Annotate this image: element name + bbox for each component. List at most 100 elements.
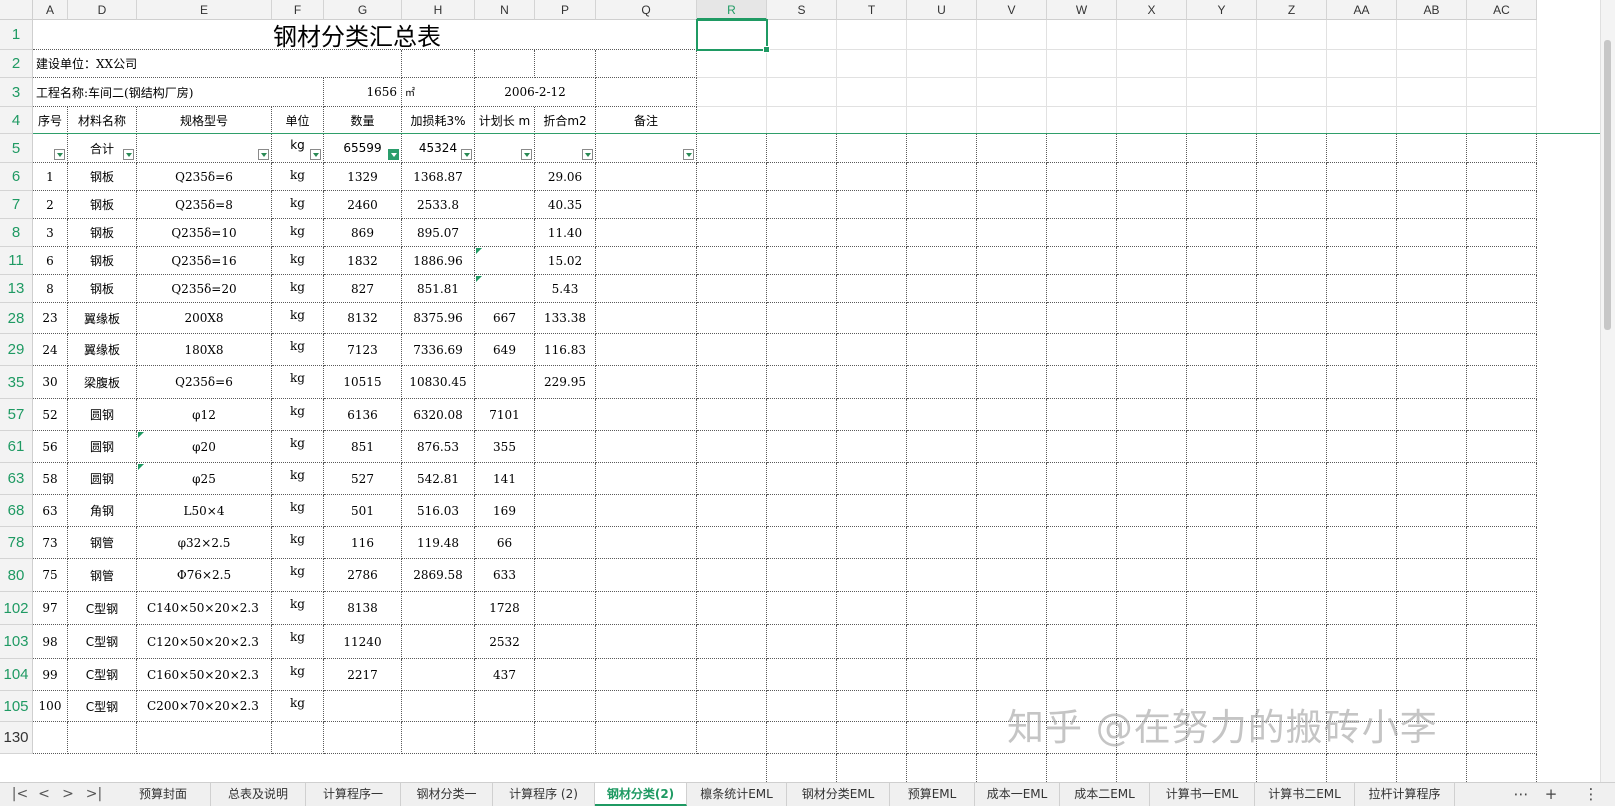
empty-cell[interactable] xyxy=(977,247,1047,275)
empty-cell[interactable] xyxy=(1257,399,1327,431)
empty-cell[interactable] xyxy=(1047,559,1117,592)
empty-cell[interactable] xyxy=(1327,219,1397,247)
table-cell-loss[interactable]: 895.07 xyxy=(402,219,475,247)
table-cell-area[interactable] xyxy=(535,592,596,625)
table-cell-spec[interactable]: C140×50×20×2.3 xyxy=(137,592,272,625)
table-cell-spec[interactable]: Q235δ=8 xyxy=(137,191,272,219)
table-cell-loss[interactable]: 851.81 xyxy=(402,275,475,303)
sheet-tab[interactable]: 预算EML xyxy=(890,783,975,806)
table-cell-area[interactable]: 29.06 xyxy=(535,163,596,191)
table-cell-no[interactable]: 3 xyxy=(33,219,68,247)
remark-cell[interactable] xyxy=(596,527,697,559)
total-cell[interactable] xyxy=(535,134,596,163)
table-cell-name[interactable]: 梁腹板 xyxy=(68,366,137,399)
column-header-v[interactable]: V xyxy=(977,0,1047,20)
empty-cell[interactable] xyxy=(1117,754,1187,782)
empty-cell[interactable] xyxy=(907,366,977,399)
row-header[interactable]: 6 xyxy=(0,163,33,191)
empty-cell[interactable] xyxy=(1467,431,1537,463)
empty-cell[interactable] xyxy=(837,334,907,366)
empty-cell[interactable] xyxy=(1257,247,1327,275)
remark-cell[interactable] xyxy=(596,722,697,754)
empty-cell[interactable] xyxy=(1047,527,1117,559)
table-cell-name[interactable]: 圆钢 xyxy=(68,463,137,495)
empty-cell[interactable] xyxy=(767,527,837,559)
row-header[interactable]: 11 xyxy=(0,247,33,275)
row-header[interactable]: 28 xyxy=(0,303,33,334)
empty-cell[interactable] xyxy=(1187,495,1257,527)
column-header-ac[interactable]: AC xyxy=(1467,0,1537,20)
more-tabs-icon[interactable]: ⋯ xyxy=(1510,784,1532,805)
table-cell-unit[interactable]: kg xyxy=(272,659,324,691)
table-cell-area[interactable] xyxy=(535,722,596,754)
empty-cell[interactable] xyxy=(1047,163,1117,191)
empty-cell[interactable] xyxy=(1327,334,1397,366)
table-cell-loss[interactable] xyxy=(402,691,475,722)
remark-cell[interactable] xyxy=(596,495,697,527)
empty-cell[interactable] xyxy=(1327,247,1397,275)
empty-cell[interactable] xyxy=(1327,163,1397,191)
empty-cell[interactable] xyxy=(1257,163,1327,191)
empty-cell[interactable] xyxy=(1047,399,1117,431)
empty-cell[interactable] xyxy=(767,399,837,431)
empty-cell[interactable] xyxy=(1327,275,1397,303)
empty-cell[interactable] xyxy=(907,134,977,163)
empty-cell[interactable] xyxy=(1257,625,1327,659)
empty-cell[interactable] xyxy=(1327,191,1397,219)
empty-cell[interactable] xyxy=(837,659,907,691)
table-cell-len[interactable]: 2532 xyxy=(475,625,535,659)
table-cell-qty[interactable]: 501 xyxy=(324,495,402,527)
remark-cell[interactable] xyxy=(596,219,697,247)
empty-cell[interactable] xyxy=(1047,431,1117,463)
total-cell[interactable]: 65599 xyxy=(324,134,402,163)
column-header-aa[interactable]: AA xyxy=(1327,0,1397,20)
row-header[interactable]: 29 xyxy=(0,334,33,366)
empty-cell[interactable] xyxy=(697,431,767,463)
table-cell-no[interactable]: 73 xyxy=(33,527,68,559)
empty-cell[interactable] xyxy=(767,431,837,463)
table-cell-name[interactable]: 钢板 xyxy=(68,191,137,219)
empty-cell[interactable] xyxy=(977,163,1047,191)
empty-cell[interactable] xyxy=(1397,592,1467,625)
empty-cell[interactable] xyxy=(1397,275,1467,303)
empty-cell[interactable] xyxy=(977,50,1047,78)
table-cell-area[interactable] xyxy=(535,691,596,722)
empty-cell[interactable] xyxy=(1187,431,1257,463)
table-cell-area[interactable] xyxy=(535,659,596,691)
empty-cell[interactable] xyxy=(1327,625,1397,659)
empty-cell[interactable] xyxy=(767,107,837,134)
table-cell-loss[interactable]: 7336.69 xyxy=(402,334,475,366)
table-cell-spec[interactable]: L50×4 xyxy=(137,495,272,527)
empty-cell[interactable] xyxy=(907,527,977,559)
empty-cell[interactable] xyxy=(697,463,767,495)
table-cell-unit[interactable] xyxy=(272,722,324,754)
empty-cell[interactable] xyxy=(1047,20,1117,50)
empty-cell[interactable] xyxy=(977,219,1047,247)
empty-cell[interactable] xyxy=(907,303,977,334)
table-cell-loss[interactable]: 876.53 xyxy=(402,431,475,463)
empty-cell[interactable] xyxy=(837,303,907,334)
table-cell-len[interactable]: 355 xyxy=(475,431,535,463)
empty-cell[interactable] xyxy=(977,625,1047,659)
empty-cell[interactable] xyxy=(1117,527,1187,559)
empty-cell[interactable] xyxy=(1047,107,1117,134)
empty-cell[interactable] xyxy=(977,78,1047,107)
empty-cell[interactable] xyxy=(1257,659,1327,691)
empty-cell[interactable] xyxy=(837,163,907,191)
empty-cell[interactable] xyxy=(697,334,767,366)
filter-dropdown-icon[interactable] xyxy=(388,149,399,160)
table-cell-qty[interactable]: 7123 xyxy=(324,334,402,366)
table-cell-spec[interactable]: C120×50×20×2.3 xyxy=(137,625,272,659)
empty-cell[interactable] xyxy=(1257,431,1327,463)
empty-cell[interactable] xyxy=(907,247,977,275)
empty-cell[interactable] xyxy=(697,366,767,399)
column-header-g[interactable]: G xyxy=(324,0,402,20)
empty-cell[interactable] xyxy=(1187,163,1257,191)
empty-cell[interactable] xyxy=(1327,78,1397,107)
total-cell[interactable] xyxy=(33,134,68,163)
table-cell-qty[interactable]: 2460 xyxy=(324,191,402,219)
row-header[interactable]: 63 xyxy=(0,463,33,495)
empty-cell[interactable] xyxy=(1467,659,1537,691)
empty-cell[interactable] xyxy=(1187,527,1257,559)
empty-cell[interactable] xyxy=(1187,247,1257,275)
